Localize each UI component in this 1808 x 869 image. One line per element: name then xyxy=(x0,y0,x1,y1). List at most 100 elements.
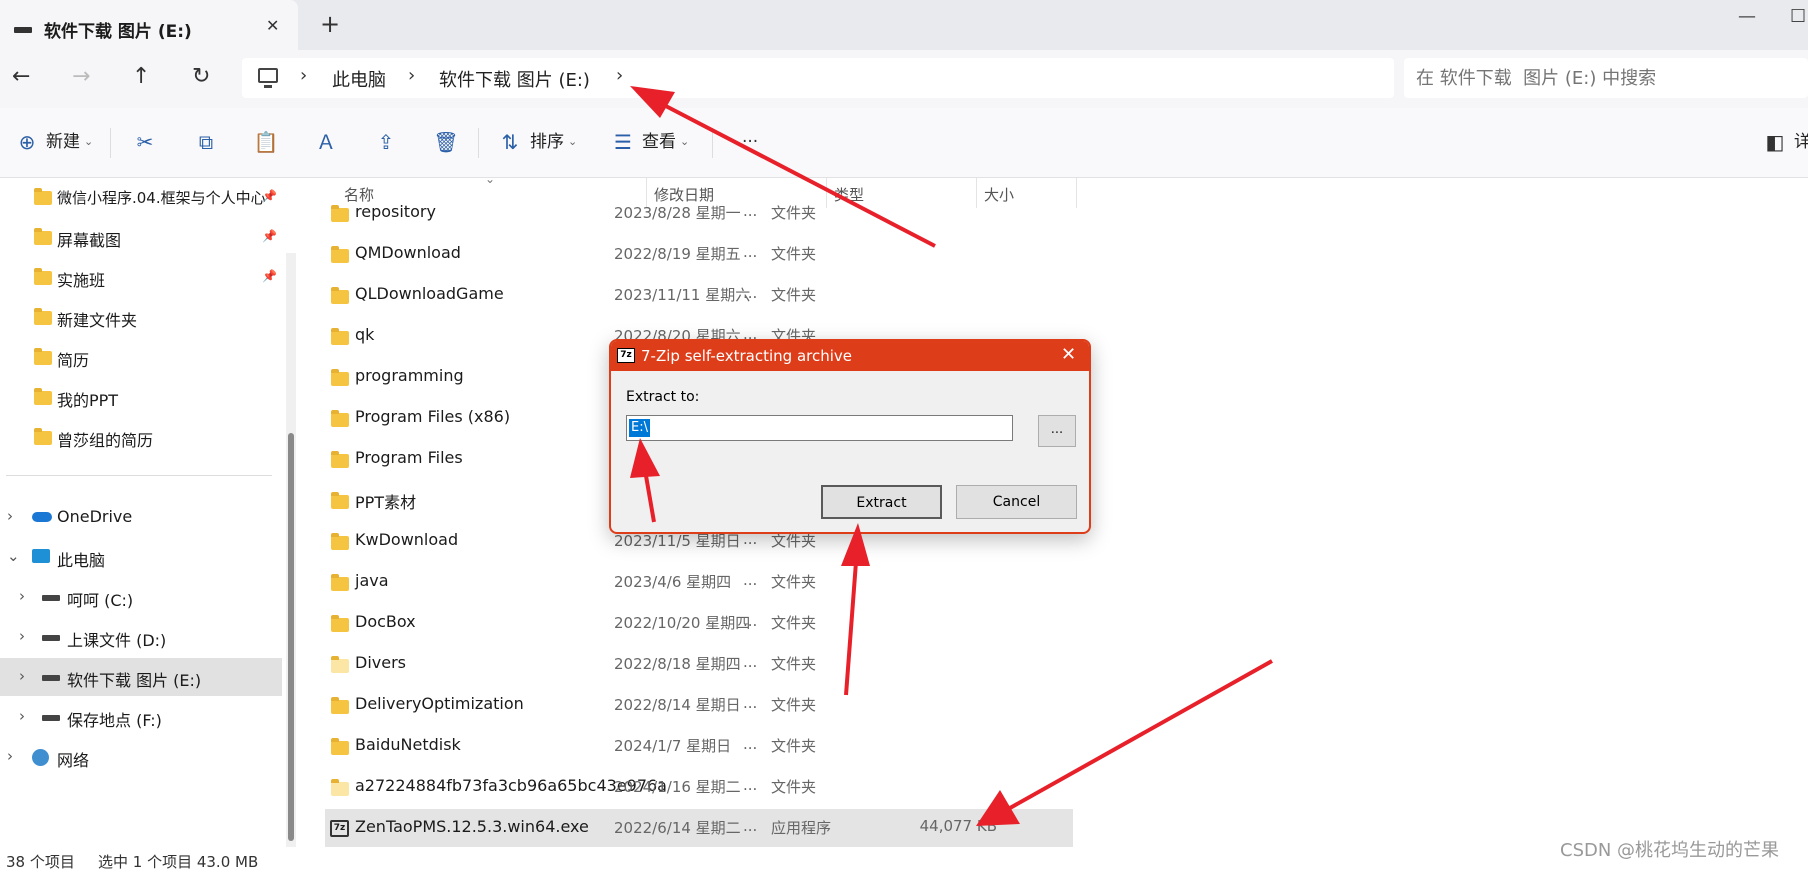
delete-icon[interactable]: 🗑 xyxy=(433,130,459,154)
extract-path-input[interactable]: E:\ xyxy=(626,415,1013,441)
chevron-right-icon[interactable]: › xyxy=(408,65,415,86)
pin-icon: 📌 xyxy=(262,229,277,243)
chevron-right-icon[interactable]: › xyxy=(300,65,307,86)
chevron-right-icon[interactable]: › xyxy=(7,747,13,765)
sidebar-item-quick-1[interactable]: 屏幕截图 📌 xyxy=(0,218,282,256)
table-row[interactable]: BaiduNetdisk 2024/1/7 星期日 ... 文件夹 xyxy=(325,727,1073,765)
table-row[interactable]: java 2023/4/6 星期四 ... 文件夹 xyxy=(325,563,1073,601)
sidebar-item-quick-4[interactable]: 简历 xyxy=(0,338,282,376)
file-date: 2022/8/19 星期五 xyxy=(614,245,741,263)
file-date-ellipsis: ... xyxy=(743,735,758,753)
file-type: 文件夹 xyxy=(771,204,817,222)
sidebar-item-quick-6[interactable]: 曾莎组的简历 xyxy=(0,418,282,456)
plus-circle-icon: ⊕ xyxy=(18,130,36,154)
sidebar-item-drive-c[interactable]: › 呵呵 (C:) xyxy=(0,578,282,616)
sidebar-item-quick-0[interactable]: 微信小程序.04.框架与个人中心 📌 xyxy=(0,178,282,216)
file-date-ellipsis: ... xyxy=(743,817,758,835)
table-row-selected[interactable]: 7z ZenTaoPMS.12.5.3.win64.exe 2022/6/14 … xyxy=(325,809,1073,847)
sidebar-item-quick-3[interactable]: 新建文件夹 xyxy=(0,298,282,336)
column-divider[interactable] xyxy=(1076,178,1077,208)
search-input[interactable] xyxy=(1416,64,1796,92)
chevron-right-icon[interactable]: › xyxy=(7,507,13,525)
sidebar-item-drive-e[interactable]: › 软件下载 图片 (E:) xyxy=(0,658,282,696)
table-row[interactable]: Divers 2022/8/18 星期四 ... 文件夹 xyxy=(325,645,1073,683)
sidebar-item-quick-5[interactable]: 我的PPT xyxy=(0,378,282,416)
table-row[interactable]: DocBox 2022/10/20 星期四 ... 文件夹 xyxy=(325,604,1073,642)
extract-path-value: E:\ xyxy=(629,419,650,437)
copy-icon[interactable]: ⧉ xyxy=(193,130,219,154)
rename-icon[interactable]: Ａ xyxy=(313,130,339,154)
dialog-close-icon[interactable]: ✕ xyxy=(1061,344,1076,365)
sidebar-item-label: 曾莎组的简历 xyxy=(57,431,154,450)
tab-bar: 软件下载 图片 (E:) ✕ + — ☐ xyxy=(0,0,1808,50)
sort-icon: ⇅ xyxy=(501,130,519,154)
details-button[interactable]: 详 xyxy=(1794,130,1808,154)
sidebar-item-quick-2[interactable]: 实施班 📌 xyxy=(0,258,282,296)
browse-button[interactable]: ... xyxy=(1038,415,1076,447)
chevron-right-icon[interactable]: › xyxy=(19,627,25,645)
paste-icon[interactable]: 📋 xyxy=(253,130,279,154)
file-explorer-window: 软件下载 图片 (E:) ✕ + — ☐ ← → ↑ ↻ › 此电脑 › 软件下… xyxy=(0,0,1808,869)
folder-icon xyxy=(331,369,349,386)
table-row[interactable]: QMDownload 2022/8/19 星期五 ... 文件夹 xyxy=(325,235,1073,273)
file-date: 2024/1/7 星期日 xyxy=(614,737,732,755)
cancel-button[interactable]: Cancel xyxy=(956,485,1077,519)
tab-drive-e[interactable]: 软件下载 图片 (E:) ✕ xyxy=(0,0,298,50)
table-row[interactable]: repository 2023/8/28 星期一 ... 文件夹 xyxy=(325,194,1073,232)
7zip-icon: 7z xyxy=(617,348,635,363)
sidebar-item-label: 软件下载 图片 (E:) xyxy=(67,671,202,690)
cut-icon[interactable]: ✂ xyxy=(132,130,158,154)
sidebar-divider xyxy=(6,475,272,476)
dialog-title-bar[interactable]: 7z 7-Zip self-extracting archive ✕ xyxy=(611,341,1089,371)
sidebar-item-this-pc[interactable]: ⌄ 此电脑 xyxy=(0,538,282,576)
monitor-icon xyxy=(32,549,50,563)
sidebar-item-onedrive[interactable]: › OneDrive xyxy=(0,498,282,536)
pin-icon: 📌 xyxy=(262,189,277,203)
sfx-extract-dialog: 7z 7-Zip self-extracting archive ✕ Extra… xyxy=(609,339,1091,534)
file-date-ellipsis: ... xyxy=(743,284,758,302)
breadcrumb-drive-e[interactable]: 软件下载 图片 (E:) xyxy=(439,66,590,92)
extract-button[interactable]: Extract xyxy=(821,485,942,519)
back-button[interactable]: ← xyxy=(12,64,30,90)
chevron-down-icon: ⌄ xyxy=(680,135,690,148)
sort-button[interactable]: 排序 xyxy=(530,130,564,154)
new-tab-button[interactable]: + xyxy=(320,12,340,36)
scrollbar-thumb[interactable] xyxy=(288,433,294,841)
maximize-icon[interactable]: ☐ xyxy=(1790,6,1806,27)
sidebar-item-label: 网络 xyxy=(57,751,90,770)
sidebar-item-label: 实施班 xyxy=(57,271,106,290)
chevron-right-icon[interactable]: › xyxy=(19,587,25,605)
chevron-right-icon[interactable]: › xyxy=(616,65,623,86)
search-box[interactable] xyxy=(1404,58,1808,98)
sidebar-item-drive-d[interactable]: › 上课文件 (D:) xyxy=(0,618,282,656)
share-icon[interactable]: ⇪ xyxy=(373,130,399,154)
table-row[interactable]: DeliveryOptimization 2022/8/14 星期日 ... 文… xyxy=(325,686,1073,724)
view-icon: ☰ xyxy=(614,130,632,154)
sidebar-scrollbar[interactable] xyxy=(286,253,296,847)
chevron-down-icon[interactable]: ⌄ xyxy=(7,547,20,565)
file-size: 44,077 KB xyxy=(919,817,997,835)
folder-icon xyxy=(34,188,52,205)
sidebar-item-network[interactable]: › 网络 xyxy=(0,738,282,776)
network-icon xyxy=(32,749,49,766)
new-button[interactable]: 新建 xyxy=(46,130,80,154)
view-button[interactable]: 查看 xyxy=(642,130,676,154)
forward-button[interactable]: → xyxy=(72,64,90,90)
table-row[interactable]: a27224884fb73fa3cb96a65bc43e976a 2024/1/… xyxy=(325,768,1073,806)
folder-icon xyxy=(331,656,349,673)
sidebar-item-label: 呵呵 (C:) xyxy=(67,591,134,610)
breadcrumb[interactable]: › 此电脑 › 软件下载 图片 (E:) › xyxy=(242,58,1394,98)
minimize-icon[interactable]: — xyxy=(1738,6,1756,27)
sidebar-item-drive-f[interactable]: › 保存地点 (F:) xyxy=(0,698,282,736)
more-options-button[interactable]: ··· xyxy=(742,130,758,154)
tab-close-icon[interactable]: ✕ xyxy=(266,16,279,35)
sidebar-item-label: 此电脑 xyxy=(57,551,106,570)
refresh-button[interactable]: ↻ xyxy=(192,64,210,90)
up-button[interactable]: ↑ xyxy=(132,64,150,90)
table-row[interactable]: QLDownloadGame 2023/11/11 星期六 ... 文件夹 xyxy=(325,276,1073,314)
chevron-right-icon[interactable]: › xyxy=(19,707,25,725)
archive-exe-icon: 7z xyxy=(330,820,349,837)
file-type: 文件夹 xyxy=(771,573,817,591)
chevron-right-icon[interactable]: › xyxy=(19,667,25,685)
breadcrumb-this-pc[interactable]: 此电脑 xyxy=(332,66,386,92)
